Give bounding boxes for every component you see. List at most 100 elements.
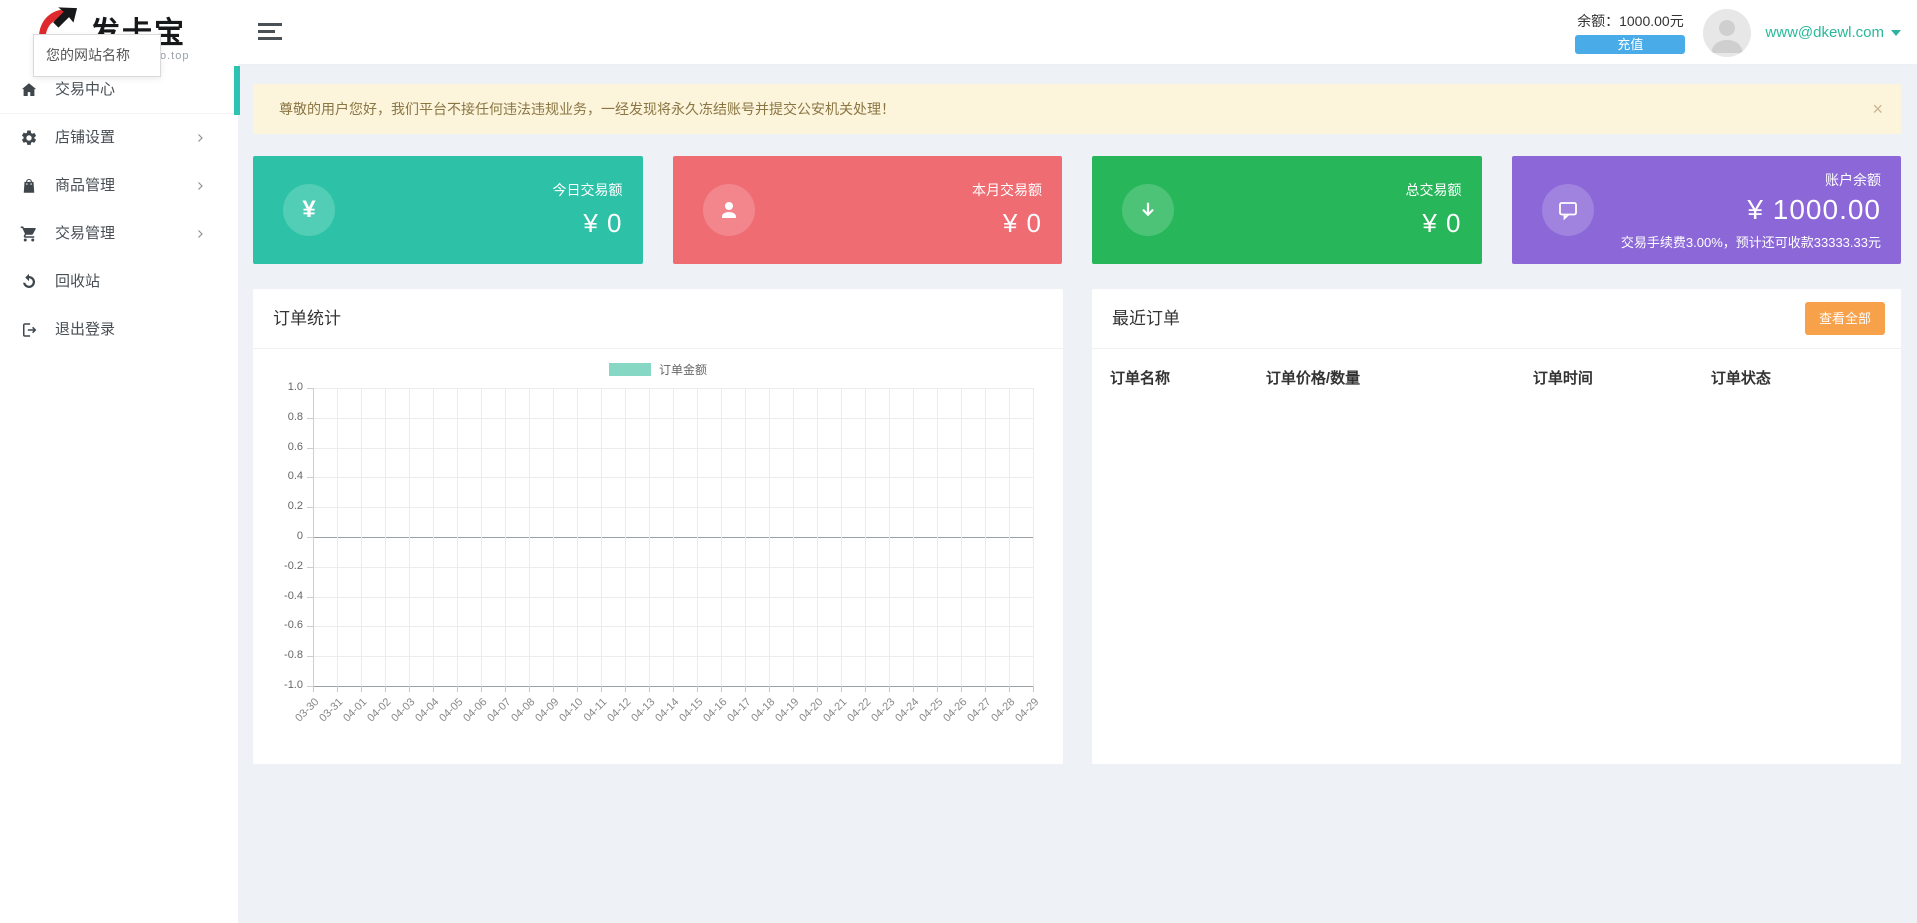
recent-orders-panel: 最近订单 查看全部 订单名称 订单价格/数量 订单时间 订单状态 bbox=[1092, 289, 1901, 764]
gridline-vertical bbox=[409, 388, 410, 686]
balance-text: 余额：1000.00元 bbox=[1575, 11, 1685, 31]
chat-bubble-icon bbox=[1542, 184, 1594, 236]
orders-table-header: 订单名称 订单价格/数量 订单时间 订单状态 bbox=[1092, 349, 1901, 402]
gridline-vertical bbox=[313, 388, 314, 686]
stat-card-today: ¥ 今日交易额 ¥ 0 bbox=[253, 156, 643, 264]
balance-block: 余额：1000.00元 充值 bbox=[1575, 11, 1685, 54]
x-axis-tick bbox=[457, 686, 458, 692]
sidebar-item-recycle-bin[interactable]: 回收站 bbox=[0, 258, 238, 306]
yen-icon: ¥ bbox=[283, 184, 335, 236]
y-axis-label: -0.2 bbox=[257, 560, 303, 572]
gridline-vertical bbox=[1009, 388, 1010, 686]
sidebar-item-trade-management[interactable]: 交易管理 bbox=[0, 210, 238, 258]
gridline-vertical bbox=[937, 388, 938, 686]
gridline-vertical bbox=[433, 388, 434, 686]
column-header: 订单状态 bbox=[1711, 349, 1901, 402]
topbar-right: 余额：1000.00元 充值 www@dkewl.com bbox=[1575, 0, 1901, 65]
gridline-vertical bbox=[385, 388, 386, 686]
stat-subtext: 交易手续费3.00%，预计还可收款33333.33元 bbox=[1621, 232, 1881, 251]
x-axis-tick bbox=[1033, 686, 1034, 692]
x-axis-tick bbox=[673, 686, 674, 692]
order-chart: 订单金额 1.00.80.60.40.20-0.2-0.4-0.6-0.8-1.… bbox=[253, 349, 1063, 763]
gridline-vertical bbox=[1033, 388, 1034, 686]
order-stats-panel: 订单统计 订单金额 1.00.80.60.40.20-0.2-0.4-0.6-0… bbox=[253, 289, 1063, 764]
recycle-icon bbox=[20, 273, 38, 291]
gridline-vertical bbox=[577, 388, 578, 686]
x-axis-tick bbox=[625, 686, 626, 692]
stat-label: 今日交易额 bbox=[553, 180, 623, 200]
view-all-button[interactable]: 查看全部 bbox=[1805, 302, 1885, 335]
user-email: www@dkewl.com bbox=[1765, 24, 1884, 41]
chevron-right-icon bbox=[194, 228, 206, 240]
x-axis-tick bbox=[313, 686, 314, 692]
gridline-vertical bbox=[553, 388, 554, 686]
user-email-dropdown[interactable]: www@dkewl.com bbox=[1765, 24, 1901, 41]
gridline-vertical bbox=[721, 388, 722, 686]
x-axis-tick bbox=[361, 686, 362, 692]
chart-legend[interactable]: 订单金额 bbox=[253, 361, 1063, 378]
x-axis-tick bbox=[337, 686, 338, 692]
gridline-vertical bbox=[361, 388, 362, 686]
sidebar-item-shop-settings[interactable]: 店铺设置 bbox=[0, 114, 238, 162]
stat-value: ¥ 0 bbox=[1422, 208, 1461, 239]
arrow-down-icon bbox=[1122, 184, 1174, 236]
stat-value: ¥ 0 bbox=[1003, 208, 1042, 239]
column-header: 订单名称 bbox=[1092, 349, 1266, 402]
recharge-button[interactable]: 充值 bbox=[1575, 35, 1685, 54]
sidebar: 发卡宝 o.top 交易中心 店铺设置 bbox=[0, 0, 238, 923]
x-axis-tick bbox=[769, 686, 770, 692]
sidebar-item-label: 店铺设置 bbox=[55, 114, 115, 162]
avatar[interactable] bbox=[1703, 9, 1751, 57]
sidebar-item-logout[interactable]: 退出登录 bbox=[0, 306, 238, 354]
x-axis-tick bbox=[649, 686, 650, 692]
sidebar-item-product-management[interactable]: 商品管理 bbox=[0, 162, 238, 210]
x-axis-tick bbox=[505, 686, 506, 692]
y-axis-label: -0.4 bbox=[257, 590, 303, 602]
x-axis-tick bbox=[721, 686, 722, 692]
topbar: 余额：1000.00元 充值 www@dkewl.com bbox=[238, 0, 1917, 65]
x-axis-tick bbox=[865, 686, 866, 692]
gridline-vertical bbox=[841, 388, 842, 686]
gridline-vertical bbox=[457, 388, 458, 686]
sidebar-item-label: 回收站 bbox=[55, 258, 100, 306]
x-axis-tick bbox=[697, 686, 698, 692]
gridline-vertical bbox=[889, 388, 890, 686]
x-axis-tick bbox=[1009, 686, 1010, 692]
x-axis-tick bbox=[745, 686, 746, 692]
gridline-vertical bbox=[505, 388, 506, 686]
stat-card-month: 本月交易额 ¥ 0 bbox=[673, 156, 1063, 264]
logo-domain: o.top bbox=[160, 50, 189, 62]
panel-title: 订单统计 bbox=[253, 289, 1063, 349]
gridline-vertical bbox=[601, 388, 602, 686]
gear-icon bbox=[20, 129, 38, 147]
x-axis-tick bbox=[385, 686, 386, 692]
sidebar-item-label: 商品管理 bbox=[55, 162, 115, 210]
chevron-right-icon bbox=[194, 180, 206, 192]
merchant-dashboard: 发卡宝 o.top 交易中心 店铺设置 bbox=[0, 0, 1917, 923]
stat-value: ¥ 1000.00 bbox=[1747, 194, 1881, 226]
gridline-vertical bbox=[745, 388, 746, 686]
chart-plot: 1.00.80.60.40.20-0.2-0.4-0.6-0.8-1.003-3… bbox=[313, 388, 1033, 686]
hamburger-menu-icon[interactable] bbox=[258, 23, 282, 41]
close-icon[interactable]: × bbox=[1872, 84, 1883, 134]
x-axis-tick bbox=[961, 686, 962, 692]
stat-card-balance: 账户余额 ¥ 1000.00 交易手续费3.00%，预计还可收款33333.33… bbox=[1512, 156, 1902, 264]
caret-down-icon bbox=[1891, 30, 1901, 36]
x-axis-tick bbox=[985, 686, 986, 692]
x-axis-tick bbox=[481, 686, 482, 692]
home-icon bbox=[20, 81, 38, 99]
y-axis-label: 1.0 bbox=[257, 381, 303, 393]
stat-value: ¥ 0 bbox=[583, 208, 622, 239]
gridline-vertical bbox=[865, 388, 866, 686]
stat-cards: ¥ 今日交易额 ¥ 0 本月交易额 ¥ 0 bbox=[253, 156, 1901, 264]
column-header: 订单价格/数量 bbox=[1266, 349, 1533, 402]
main-content: 尊敬的用户您好，我们平台不接任何违法违规业务，一经发现将永久冻结账号并提交公安机… bbox=[238, 65, 1917, 923]
person-icon bbox=[703, 184, 755, 236]
gridline-vertical bbox=[529, 388, 530, 686]
cart-icon bbox=[20, 225, 38, 243]
orders-table: 订单名称 订单价格/数量 订单时间 订单状态 bbox=[1092, 349, 1901, 402]
x-axis-tick bbox=[937, 686, 938, 692]
x-axis-tick bbox=[409, 686, 410, 692]
sidebar-nav: 交易中心 店铺设置 商品管理 bbox=[0, 66, 238, 354]
gridline-vertical bbox=[337, 388, 338, 686]
